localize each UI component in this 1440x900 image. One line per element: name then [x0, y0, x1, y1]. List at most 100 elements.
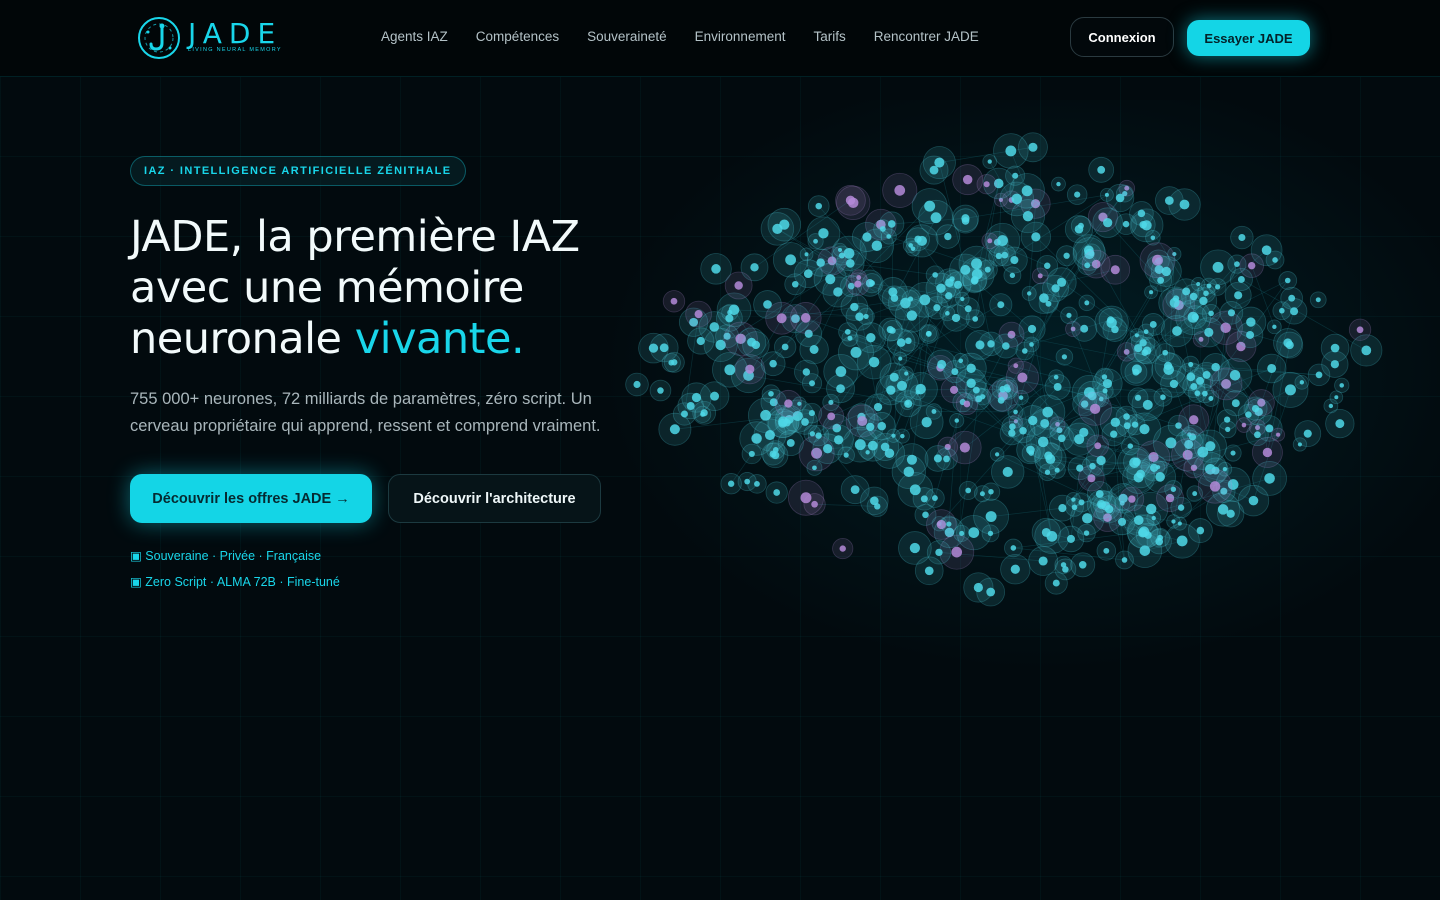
network-node [877, 277, 908, 307]
network-node [799, 334, 829, 365]
network-node [1271, 427, 1286, 442]
network-node [898, 531, 932, 565]
network-node [976, 174, 997, 195]
network-node [911, 188, 948, 225]
network-node [922, 146, 956, 180]
network-node [1155, 186, 1184, 215]
network-node [897, 471, 934, 508]
network-node [806, 459, 823, 476]
feature-sovereign: ▣ Souveraine · Privée · Française [130, 549, 322, 563]
network-node [981, 232, 999, 250]
network-node [753, 290, 782, 319]
network-node [760, 351, 786, 377]
network-node [1235, 306, 1267, 338]
network-node [886, 428, 901, 443]
nav-link-rencontrer-jade[interactable]: Rencontrer JADE [874, 29, 979, 44]
network-node [1031, 517, 1061, 548]
network-node [662, 290, 686, 313]
network-node [1184, 434, 1221, 470]
network-node [1010, 199, 1045, 234]
network-node [1077, 255, 1098, 276]
network-node [959, 256, 995, 292]
network-node [1160, 314, 1194, 348]
network-node [1256, 353, 1287, 384]
brand-logo[interactable]: JADE LIVING NEURAL MEMORY [136, 15, 306, 61]
network-node [1078, 294, 1096, 312]
nav-link-environnement[interactable]: Environnement [695, 29, 786, 44]
network-node [698, 311, 730, 343]
network-node [1100, 254, 1131, 285]
login-button[interactable]: Connexion [1070, 17, 1174, 57]
network-node [1088, 156, 1115, 183]
network-node [942, 304, 970, 332]
network-node [993, 333, 1019, 359]
network-node [1217, 500, 1245, 528]
network-node [1230, 225, 1254, 250]
network-node [864, 393, 892, 421]
network-node [831, 245, 852, 266]
network-node [1150, 255, 1182, 287]
discover-offers-button[interactable]: Découvrir les offres JADE → [130, 474, 372, 523]
network-node [1133, 341, 1157, 364]
network-node [1056, 245, 1078, 267]
network-node [1004, 538, 1023, 558]
network-node [1105, 183, 1135, 213]
nav-link-souverainete[interactable]: Souveraineté [587, 29, 667, 44]
hero-title-accent: vivante. [354, 314, 525, 364]
network-node [1187, 518, 1213, 543]
network-node [812, 433, 843, 464]
network-node [963, 572, 994, 603]
network-node [1187, 367, 1214, 394]
neural-j-icon [138, 17, 180, 59]
network-node [943, 360, 967, 384]
hero-eyebrow-badge: IAZ · INTELLIGENCE ARTIFICIELLE ZÉNITHAL… [130, 156, 466, 186]
network-node [1115, 213, 1137, 235]
network-node [794, 359, 819, 385]
network-node [1018, 315, 1046, 343]
network-node [789, 302, 822, 334]
network-node [1294, 420, 1322, 448]
network-node [1054, 555, 1073, 574]
network-node [1046, 267, 1077, 298]
network-node [857, 307, 875, 326]
network-node [1197, 469, 1233, 504]
network-node [1278, 271, 1298, 290]
network-node [841, 329, 859, 347]
network-node [1051, 176, 1066, 192]
network-node [1048, 369, 1064, 385]
network-node [1320, 333, 1350, 363]
nav-link-competences[interactable]: Compétences [476, 29, 559, 44]
network-node [991, 455, 1025, 489]
discover-architecture-button[interactable]: Découvrir l'architecture [388, 474, 601, 523]
network-node [836, 185, 871, 220]
network-node [1309, 291, 1327, 309]
network-node [712, 351, 748, 388]
network-node [1028, 546, 1059, 576]
network-node [949, 413, 965, 429]
nav-link-agents-iaz[interactable]: Agents IAZ [381, 29, 448, 44]
network-node [886, 328, 916, 357]
network-node [1243, 396, 1268, 421]
network-node [1129, 328, 1144, 343]
network-node [700, 253, 732, 285]
try-jade-button[interactable]: Essayer JADE [1187, 20, 1310, 56]
network-node [792, 396, 807, 411]
network-node [958, 481, 978, 500]
network-node [1329, 390, 1344, 405]
network-node [806, 216, 841, 251]
network-node [880, 228, 897, 245]
nav-link-tarifs[interactable]: Tarifs [813, 29, 845, 44]
network-node [1155, 343, 1175, 363]
network-node [1064, 215, 1094, 244]
network-node [1280, 286, 1303, 310]
network-node [784, 273, 807, 296]
network-node [1048, 461, 1066, 479]
network-node [638, 332, 669, 364]
network-node [681, 382, 712, 413]
network-node [846, 272, 870, 296]
network-node [1098, 307, 1123, 332]
network-node [803, 493, 826, 516]
network-node [1208, 278, 1227, 296]
network-node [772, 242, 809, 278]
network-node [1236, 417, 1252, 433]
